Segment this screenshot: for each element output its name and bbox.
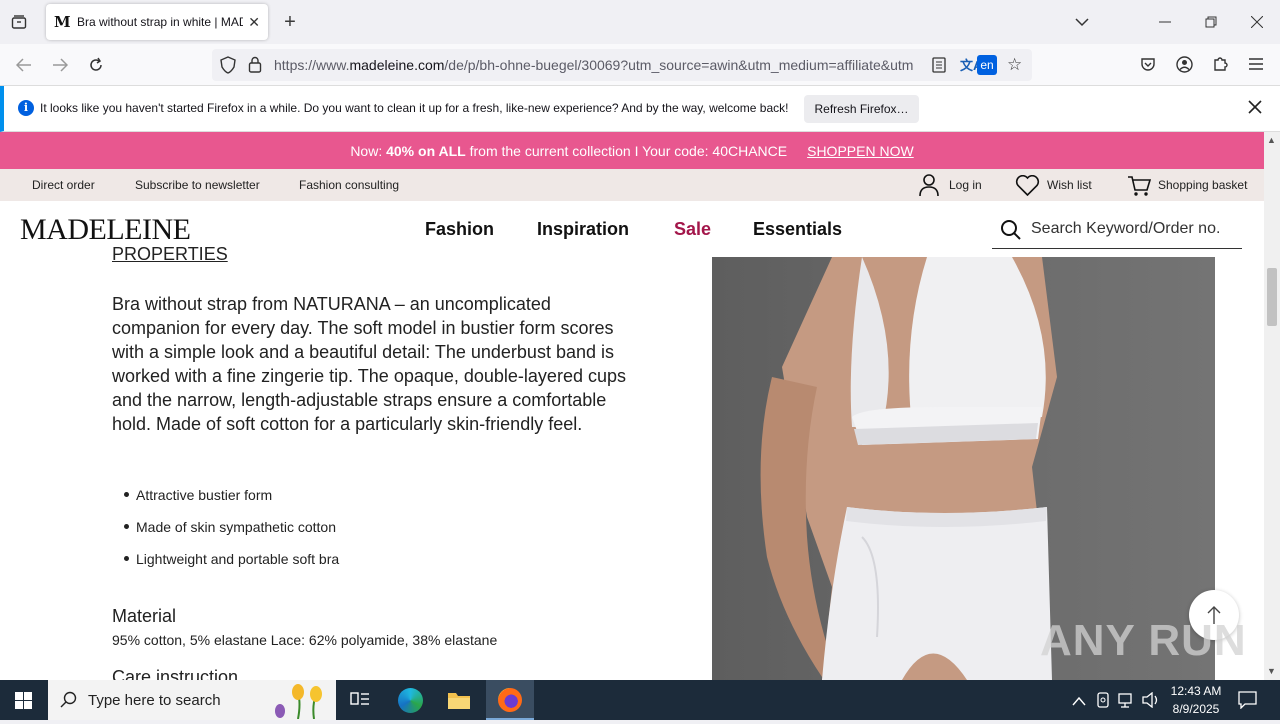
info-icon: i bbox=[18, 100, 34, 116]
promo-banner: Now: 40% on ALL from the current collect… bbox=[0, 132, 1264, 169]
active-tab[interactable]: M Bra without strap in white | MADELEINE… bbox=[46, 4, 268, 40]
login-link[interactable]: Log in bbox=[949, 178, 982, 192]
chevron-down-icon[interactable] bbox=[1072, 12, 1092, 32]
address-bar[interactable]: https://www.madeleine.com/de/p/bh-ohne-b… bbox=[212, 49, 1032, 81]
volume-icon[interactable] bbox=[1142, 691, 1160, 713]
nav-sale[interactable]: Sale bbox=[674, 219, 711, 240]
menu-icon[interactable] bbox=[1249, 57, 1263, 75]
file-explorer-icon[interactable] bbox=[447, 690, 471, 715]
care-heading: Care instruction bbox=[112, 667, 239, 680]
reload-icon[interactable] bbox=[86, 55, 106, 75]
product-description: Bra without strap from NATURANA – an unc… bbox=[112, 294, 626, 434]
taskbar-search-box[interactable]: Type here to search bbox=[48, 680, 336, 720]
material-text: 95% cotton, 5% elastane Lace: 62% polyam… bbox=[112, 632, 498, 648]
notifications-icon[interactable] bbox=[1238, 691, 1257, 714]
tab-title: Bra without strap in white | MADELEINE bbox=[77, 15, 243, 29]
device-icon[interactable] bbox=[1096, 692, 1110, 713]
windows-taskbar: Type here to search 12:43 AM 8/9/2025 bbox=[0, 680, 1280, 720]
cart-icon[interactable] bbox=[1127, 175, 1152, 200]
tulips-decoration-icon bbox=[268, 683, 334, 724]
page-scrollbar[interactable]: ▲ ▼ bbox=[1264, 132, 1280, 680]
tab-bar: M Bra without strap in white | MADELEINE… bbox=[0, 0, 1280, 44]
account-icon[interactable] bbox=[1176, 56, 1193, 78]
user-icon[interactable] bbox=[918, 173, 940, 200]
minimize-icon[interactable] bbox=[1155, 12, 1175, 32]
navigation-bar: https://www.madeleine.com/de/p/bh-ohne-b… bbox=[0, 44, 1280, 86]
scroll-down-arrow-icon[interactable]: ▼ bbox=[1267, 666, 1276, 676]
new-tab-icon[interactable]: + bbox=[280, 11, 300, 33]
feature-item: Lightweight and portable soft bra bbox=[136, 551, 340, 567]
lock-icon[interactable] bbox=[248, 56, 262, 78]
url-text: https://www.madeleine.com/de/p/bh-ohne-b… bbox=[274, 57, 914, 73]
bullet-dot bbox=[124, 556, 129, 561]
pocket-icon[interactable] bbox=[1140, 56, 1156, 77]
site-search[interactable]: Search Keyword/Order no. bbox=[992, 211, 1242, 249]
clock-time[interactable]: 12:43 AM bbox=[1170, 684, 1222, 698]
restore-icon[interactable] bbox=[1201, 12, 1221, 32]
refresh-firefox-button[interactable]: Refresh Firefox… bbox=[804, 95, 919, 123]
search-input[interactable]: Search Keyword/Order no. bbox=[1031, 220, 1220, 238]
feature-item: Attractive bustier form bbox=[136, 487, 273, 503]
close-notification-icon[interactable] bbox=[1248, 100, 1262, 119]
reader-view-icon[interactable] bbox=[932, 57, 946, 78]
search-icon[interactable] bbox=[1000, 219, 1022, 246]
anyrun-watermark: ANY RUN bbox=[1040, 616, 1247, 665]
newsletter-link[interactable]: Subscribe to newsletter bbox=[135, 178, 260, 192]
material-heading: Material bbox=[112, 606, 177, 626]
bullet-dot bbox=[124, 492, 129, 497]
feature-item: Made of skin sympathetic cotton bbox=[136, 519, 336, 535]
back-icon[interactable] bbox=[14, 55, 34, 75]
shield-icon[interactable] bbox=[220, 56, 236, 79]
site-logo[interactable]: MADELEINE bbox=[20, 213, 191, 247]
taskbar-search-placeholder: Type here to search bbox=[88, 692, 221, 709]
task-view-icon[interactable] bbox=[350, 691, 370, 714]
translate-language-badge[interactable]: en bbox=[977, 55, 997, 75]
nav-inspiration[interactable]: Inspiration bbox=[537, 219, 629, 240]
nav-essentials[interactable]: Essentials bbox=[753, 219, 842, 240]
network-icon[interactable] bbox=[1118, 692, 1136, 713]
forward-icon[interactable] bbox=[50, 55, 70, 75]
extensions-icon[interactable] bbox=[1212, 55, 1229, 77]
service-nav: Direct order Subscribe to newsletter Fas… bbox=[0, 169, 1264, 201]
shopping-basket-link[interactable]: Shopping basket bbox=[1158, 178, 1247, 192]
direct-order-link[interactable]: Direct order bbox=[32, 178, 95, 192]
wishlist-link[interactable]: Wish list bbox=[1047, 178, 1092, 192]
bookmark-star-icon[interactable]: ☆ bbox=[1007, 55, 1022, 75]
fashion-consulting-link[interactable]: Fashion consulting bbox=[299, 178, 399, 192]
scroll-up-arrow-icon[interactable]: ▲ bbox=[1267, 135, 1276, 145]
nav-fashion[interactable]: Fashion bbox=[425, 219, 494, 240]
properties-heading[interactable]: PROPERTIES bbox=[112, 244, 228, 265]
firefox-taskbar-button[interactable] bbox=[486, 680, 534, 720]
clock-date[interactable]: 8/9/2025 bbox=[1168, 702, 1224, 716]
search-icon bbox=[60, 691, 78, 714]
scrollbar-thumb[interactable] bbox=[1267, 268, 1277, 326]
notification-message: It looks like you haven't started Firefo… bbox=[40, 101, 789, 115]
windows-start-icon[interactable] bbox=[15, 692, 32, 714]
firefox-icon bbox=[498, 688, 522, 712]
edge-icon[interactable] bbox=[398, 688, 423, 713]
close-window-icon[interactable] bbox=[1247, 12, 1267, 32]
notification-bar: i It looks like you haven't started Fire… bbox=[0, 86, 1280, 132]
web-page: Now: 40% on ALL from the current collect… bbox=[0, 132, 1264, 680]
shop-now-link[interactable]: SHOPPEN NOW bbox=[807, 143, 914, 159]
heart-icon[interactable] bbox=[1015, 174, 1040, 199]
bullet-dot bbox=[124, 524, 129, 529]
promo-text: Now: 40% on ALL from the current collect… bbox=[350, 142, 788, 159]
site-favicon-icon: M bbox=[54, 13, 71, 31]
tab-close-icon[interactable]: ✕ bbox=[248, 14, 260, 31]
tab-list-icon[interactable] bbox=[8, 12, 30, 32]
show-hidden-icons-icon[interactable] bbox=[1072, 693, 1086, 711]
